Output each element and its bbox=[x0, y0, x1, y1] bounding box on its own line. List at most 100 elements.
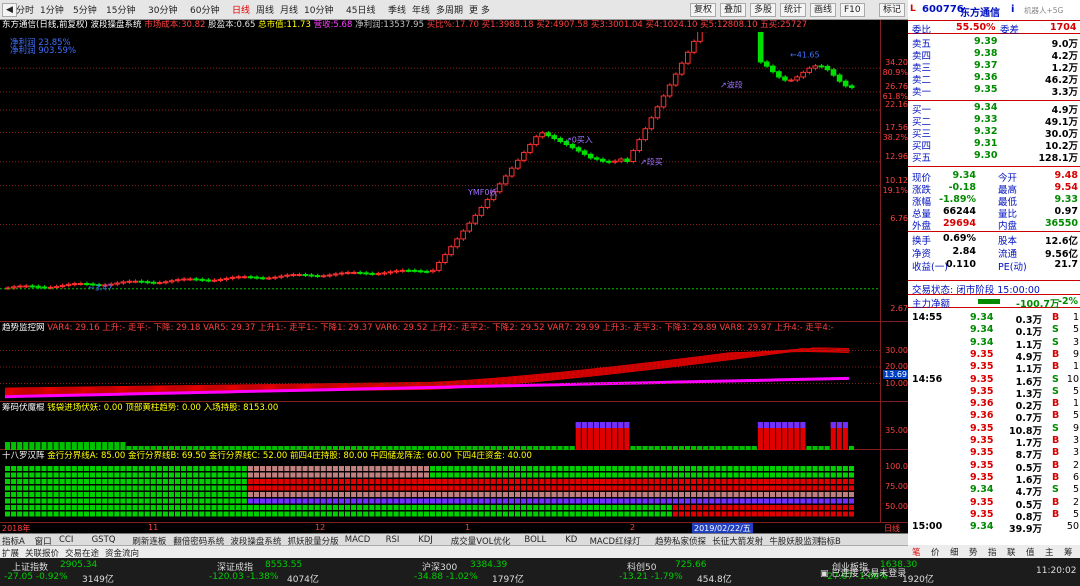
tick-row[interactable]: 9.35 1.3万 S 5 bbox=[908, 385, 1080, 400]
candlestick-chart[interactable]: ←3.47←41.65YMF0妖↗波段↗段买↗0买入 bbox=[0, 32, 880, 322]
tick-row[interactable]: 9.35 10.8万 S 9 bbox=[908, 423, 1080, 437]
stat-value: 2.84 bbox=[952, 246, 976, 257]
arhat-cell bbox=[150, 466, 156, 471]
arhat-cell bbox=[375, 505, 381, 510]
indicator-tab-10[interactable]: KDJ bbox=[418, 535, 433, 545]
ask-row[interactable]: 卖三 9.37 1.2万 bbox=[908, 60, 1080, 74]
tick-row[interactable]: 9.34 4.7万 S 5 bbox=[908, 484, 1080, 498]
period-9[interactable]: 10分钟 bbox=[304, 3, 333, 16]
right-tab-1[interactable]: 价 bbox=[931, 546, 940, 558]
arhat-cell bbox=[71, 485, 77, 491]
indicator-tab-12[interactable]: BOLL bbox=[524, 535, 546, 545]
tick-row[interactable]: 9.35 4.9万 B 9 bbox=[908, 349, 1080, 363]
bid-row[interactable]: 买三 9.32 30.0万 bbox=[908, 126, 1080, 140]
arhat-cell bbox=[703, 498, 709, 504]
right-tab-7[interactable]: 主 bbox=[1045, 546, 1054, 558]
arhat-cell bbox=[47, 472, 53, 478]
arhat-cell bbox=[618, 479, 624, 484]
arhat-cell bbox=[612, 466, 618, 471]
arhat-cell bbox=[472, 511, 478, 517]
toolbar-btn-4[interactable]: 画线 bbox=[810, 3, 837, 17]
tick-row[interactable]: 9.35 0.5万 B 2 bbox=[908, 460, 1080, 474]
arhat-cell bbox=[484, 498, 490, 504]
right-tab-4[interactable]: 指 bbox=[988, 546, 997, 558]
ask-row[interactable]: 卖一 9.35 3.3万 bbox=[908, 84, 1080, 98]
indicator-tab-9[interactable]: RSI bbox=[386, 535, 400, 545]
period-6[interactable]: 日线 bbox=[232, 3, 250, 16]
tick-count: 5 bbox=[1072, 385, 1079, 397]
right-tab-3[interactable]: 势 bbox=[969, 546, 978, 558]
period-8[interactable]: 月线 bbox=[280, 3, 298, 16]
tick-row[interactable]: 9.35 1.6万 B 6 bbox=[908, 472, 1080, 486]
toolbar-btn-6[interactable]: 标记 bbox=[879, 3, 906, 17]
right-tab-6[interactable]: 值 bbox=[1026, 546, 1035, 558]
bid-row[interactable]: 买五 9.30 128.1万 bbox=[908, 150, 1080, 164]
period-2[interactable]: 5分钟 bbox=[73, 3, 97, 16]
right-tab-5[interactable]: 联 bbox=[1007, 546, 1016, 558]
tick-row[interactable]: 9.35 0.5万 B 2 bbox=[908, 497, 1080, 511]
tick-row[interactable]: 9.36 0.2万 B 1 bbox=[908, 398, 1080, 412]
right-tab-2[interactable]: 细 bbox=[950, 546, 959, 558]
connection-status[interactable]: ▣ 已连接 交易未登录 bbox=[820, 566, 906, 579]
arhat-cell bbox=[47, 505, 53, 510]
back-icon[interactable]: ◀ bbox=[2, 3, 17, 17]
toolbar-btn-5[interactable]: F10 bbox=[840, 3, 865, 17]
toolbar-btn-3[interactable]: 统计 bbox=[780, 3, 807, 17]
right-tab-8[interactable]: 筹 bbox=[1064, 546, 1073, 558]
arhat-cell bbox=[11, 492, 17, 497]
ask-row[interactable]: 卖二 9.36 46.2万 bbox=[908, 72, 1080, 86]
arhat-cell bbox=[751, 479, 757, 484]
ask-row[interactable]: 卖五 9.39 9.0万 bbox=[908, 36, 1080, 50]
arhat-cell bbox=[739, 505, 745, 510]
tick-row[interactable]: 14:55 9.34 0.3万 B 1 bbox=[908, 312, 1080, 326]
tick-row[interactable]: 9.35 1.7万 B 3 bbox=[908, 435, 1080, 449]
ask-price: 9.36 bbox=[974, 72, 998, 83]
bid-row[interactable]: 买一 9.34 4.9万 bbox=[908, 102, 1080, 116]
arhat-cell bbox=[90, 466, 96, 471]
indicator-tab-13[interactable]: KD bbox=[565, 535, 577, 545]
period-13[interactable]: 多周期 bbox=[436, 3, 463, 16]
bid-row[interactable]: 买四 9.31 10.2万 bbox=[908, 138, 1080, 152]
candle-body bbox=[417, 270, 424, 273]
period-12[interactable]: 年线 bbox=[412, 3, 430, 16]
tick-row[interactable]: 9.35 8.7万 B 3 bbox=[908, 447, 1080, 461]
tick-row[interactable]: 9.34 1.1万 S 3 bbox=[908, 337, 1080, 351]
arhat-cell bbox=[557, 466, 563, 471]
period-7[interactable]: 周线 bbox=[256, 3, 274, 16]
period-11[interactable]: 季线 bbox=[388, 3, 406, 16]
arhat-cell bbox=[794, 498, 800, 504]
stock-sector[interactable]: 机器人+5G bbox=[1024, 5, 1063, 16]
arhat-cell bbox=[290, 492, 296, 497]
toolbar-btn-1[interactable]: 叠加 bbox=[720, 3, 747, 17]
trend-axis: 30.00 20.00 10.00 13.69 bbox=[880, 322, 908, 402]
arhat-cell bbox=[521, 505, 527, 510]
period-4[interactable]: 30分钟 bbox=[148, 3, 177, 16]
arhat-cell bbox=[618, 466, 624, 471]
period-5[interactable]: 60分钟 bbox=[190, 3, 219, 16]
period-0[interactable]: 分时 bbox=[16, 3, 34, 16]
arhat-cell bbox=[757, 511, 763, 517]
indicator-tab-3[interactable]: GSTQ bbox=[92, 535, 116, 545]
toolbar-btn-2[interactable]: 多股 bbox=[750, 3, 777, 17]
arhat-cell bbox=[132, 511, 138, 517]
tick-row[interactable]: 9.36 0.7万 B 5 bbox=[908, 410, 1080, 424]
ask-row[interactable]: 卖四 9.38 4.2万 bbox=[908, 48, 1080, 62]
toolbar-btn-0[interactable]: 复权 bbox=[690, 3, 717, 17]
period-14[interactable]: 更 多 bbox=[469, 3, 490, 16]
bid-row[interactable]: 买二 9.33 49.1万 bbox=[908, 114, 1080, 128]
indicator-tab-2[interactable]: CCI bbox=[59, 535, 73, 545]
indicator-tab-8[interactable]: MACD bbox=[345, 535, 370, 545]
index-amount: 4074亿 bbox=[287, 575, 319, 585]
period-1[interactable]: 1分钟 bbox=[40, 3, 64, 16]
tick-row[interactable]: 9.35 1.1万 B 1 bbox=[908, 361, 1080, 375]
arhat-cell bbox=[102, 492, 108, 497]
arhat-cell bbox=[770, 466, 776, 471]
period-3[interactable]: 15分钟 bbox=[106, 3, 135, 16]
right-tab-0[interactable]: 笔 bbox=[912, 546, 921, 558]
tick-row[interactable]: 15:00 9.34 39.9万 50 bbox=[908, 521, 1080, 535]
tick-row[interactable]: 14:56 9.35 1.6万 S 10 bbox=[908, 374, 1080, 388]
tick-row[interactable]: 9.35 0.8万 B 5 bbox=[908, 509, 1080, 523]
period-10[interactable]: 45日线 bbox=[346, 3, 375, 16]
tick-row[interactable]: 9.34 0.1万 S 5 bbox=[908, 324, 1080, 338]
arhat-cell bbox=[539, 485, 545, 491]
